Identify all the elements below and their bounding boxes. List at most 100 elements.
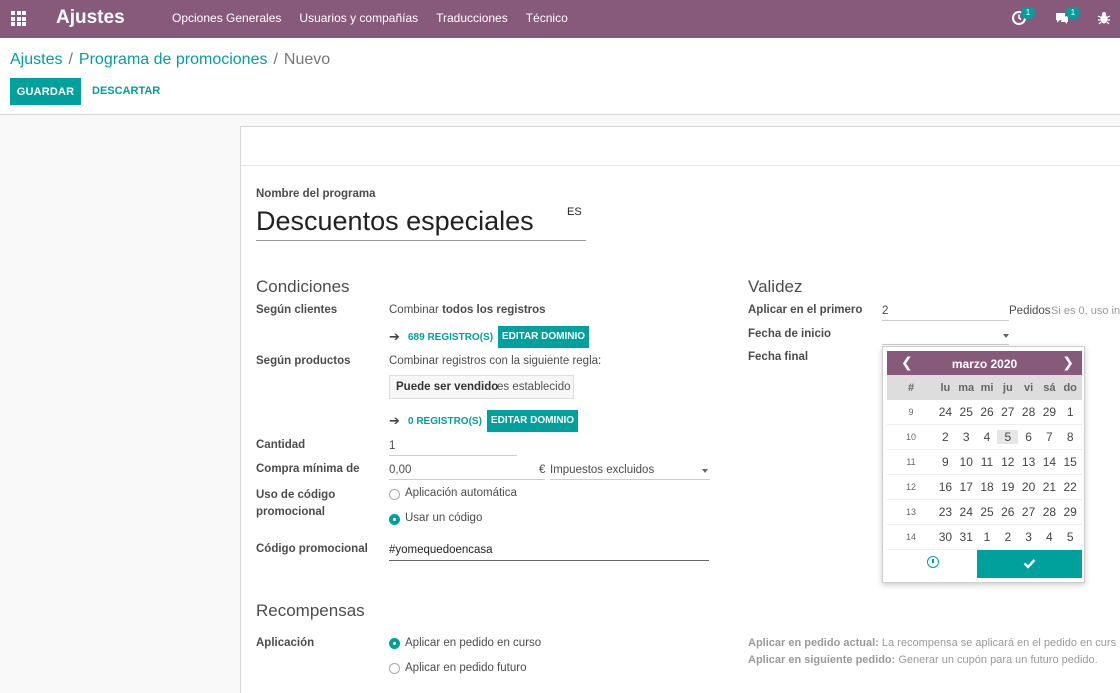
calendar-day[interactable]: 2 bbox=[935, 430, 956, 444]
apply-current-order-label[interactable]: Aplicar en pedido en curso bbox=[405, 637, 541, 649]
start-date-input[interactable] bbox=[882, 325, 1009, 345]
products-edit-domain-button[interactable]: EDITAR DOMINIO bbox=[487, 410, 578, 432]
discard-button[interactable]: DESCARTAR bbox=[92, 78, 160, 105]
calendar-day[interactable]: 7 bbox=[1039, 430, 1060, 444]
calendar-day[interactable]: 21 bbox=[1039, 480, 1060, 494]
menu-item-technical[interactable]: Técnico bbox=[526, 11, 568, 25]
calendar-day[interactable]: 29 bbox=[1039, 405, 1060, 419]
chevron-right-icon[interactable]: ❯ bbox=[1062, 354, 1074, 371]
calendar-day[interactable]: 25 bbox=[977, 505, 998, 519]
calendar-day[interactable]: 2 bbox=[997, 530, 1018, 544]
calendar-day[interactable]: 10 bbox=[956, 455, 977, 469]
calendar-day[interactable]: 5 bbox=[997, 430, 1019, 444]
min-purchase-input[interactable]: 0,00 bbox=[389, 460, 545, 480]
calendar-day[interactable]: 9 bbox=[935, 455, 956, 469]
chevron-down-icon bbox=[702, 469, 708, 473]
calendar-day[interactable]: 13 bbox=[1018, 455, 1039, 469]
checkmark-icon bbox=[1023, 559, 1036, 569]
calendar-day[interactable]: 8 bbox=[1060, 430, 1081, 444]
quantity-label: Cantidad bbox=[256, 439, 306, 451]
product-rule[interactable]: Puede ser vendido es establecido bbox=[389, 375, 574, 399]
promo-code-option-label[interactable]: Usar un código bbox=[405, 512, 482, 524]
weekday-header: lu bbox=[940, 381, 951, 394]
apply-current-order-radio[interactable] bbox=[389, 638, 400, 649]
customers-edit-domain-button[interactable]: EDITAR DOMINIO bbox=[498, 326, 589, 348]
save-button[interactable]: GUARDAR bbox=[10, 78, 81, 105]
products-label: Según productos bbox=[256, 355, 351, 367]
help-current-order-text: La recompensa se aplicará en el pedido e… bbox=[881, 637, 1117, 649]
calendar-day[interactable]: 25 bbox=[956, 405, 977, 419]
calendar-day[interactable]: 27 bbox=[997, 405, 1018, 419]
language-button[interactable]: ES bbox=[567, 206, 582, 218]
apply-first-input[interactable]: 2 bbox=[882, 301, 1009, 321]
calendar-day[interactable]: 29 bbox=[1060, 505, 1081, 519]
promo-auto-label[interactable]: Aplicación automática bbox=[405, 487, 517, 499]
currency-symbol: € bbox=[539, 464, 546, 476]
calendar-day[interactable]: 26 bbox=[997, 505, 1018, 519]
calendar-day[interactable]: 3 bbox=[956, 430, 977, 444]
top-navbar: Ajustes Opciones Generales Usuarios y co… bbox=[0, 0, 1120, 38]
calendar-day[interactable]: 31 bbox=[956, 530, 977, 544]
taxes-select[interactable]: Impuestos excluidos bbox=[550, 460, 710, 480]
calendar-day[interactable]: 12 bbox=[997, 455, 1018, 469]
calendar-day[interactable]: 26 bbox=[977, 405, 998, 419]
help-next-order: Aplicar en siguiente pedido: Generar un … bbox=[748, 654, 1120, 666]
calendar-day[interactable]: 16 bbox=[935, 480, 956, 494]
time-picker-clock-icon[interactable] bbox=[927, 556, 939, 568]
datepicker-confirm-button[interactable] bbox=[977, 550, 1082, 578]
customers-records-link[interactable]: 689 REGISTRO(S) bbox=[408, 332, 493, 343]
apps-menu-icon[interactable] bbox=[11, 11, 26, 26]
menu-item-translations[interactable]: Traducciones bbox=[436, 11, 508, 25]
products-records-link[interactable]: 0 REGISTRO(S) bbox=[408, 416, 482, 427]
calendar-day[interactable]: 6 bbox=[1018, 430, 1039, 444]
breadcrumb-promotion-program[interactable]: Programa de promociones bbox=[79, 51, 268, 68]
apply-future-order-radio[interactable] bbox=[389, 663, 400, 674]
calendar-day[interactable]: 30 bbox=[935, 530, 956, 544]
weekday-header: sá bbox=[1043, 381, 1056, 394]
calendar-day[interactable]: 24 bbox=[935, 405, 956, 419]
datepicker-week-row: 12 16 17 18 19 20 21 22 bbox=[887, 475, 1082, 500]
calendar-day[interactable]: 15 bbox=[1060, 455, 1081, 469]
calendar-day[interactable]: 19 bbox=[997, 480, 1018, 494]
week-number: 14 bbox=[905, 532, 916, 542]
calendar-day[interactable]: 24 bbox=[956, 505, 977, 519]
calendar-day[interactable]: 28 bbox=[1039, 505, 1060, 519]
calendar-day[interactable]: 11 bbox=[977, 455, 998, 469]
debug-bug-icon[interactable] bbox=[1097, 11, 1111, 25]
calendar-day[interactable]: 5 bbox=[1060, 530, 1081, 544]
datepicker-month[interactable]: marzo 2020 bbox=[887, 357, 1082, 371]
datepicker-weeks: 9 24 25 26 27 28 29 1 10 2 3 4 5 6 7 8 11 9 10 11 12 13 14 15 12… bbox=[887, 400, 1082, 550]
min-purchase-value: 0,00 bbox=[389, 464, 412, 476]
program-name-input[interactable]: Descuentos especiales bbox=[256, 204, 586, 241]
promo-code-radio[interactable] bbox=[389, 514, 400, 525]
chevron-down-icon bbox=[1003, 334, 1009, 338]
week-number: 10 bbox=[905, 432, 916, 442]
weekday-header: do bbox=[1063, 381, 1077, 394]
promo-code-input[interactable]: #yomequedoencasa bbox=[389, 540, 709, 561]
calendar-day[interactable]: 27 bbox=[1018, 505, 1039, 519]
calendar-day[interactable]: 20 bbox=[1018, 480, 1039, 494]
application-label: Aplicación bbox=[256, 637, 315, 649]
calendar-day[interactable]: 23 bbox=[935, 505, 956, 519]
calendar-day[interactable]: 14 bbox=[1039, 455, 1060, 469]
calendar-day[interactable]: 4 bbox=[977, 430, 998, 444]
apply-first-help: Si es 0, uso in bbox=[1051, 305, 1120, 317]
menu-item-users-companies[interactable]: Usuarios y compañías bbox=[299, 11, 418, 25]
apply-future-order-label[interactable]: Aplicar en pedido futuro bbox=[405, 662, 526, 674]
quantity-input[interactable]: 1 bbox=[389, 436, 517, 456]
datepicker-week-row: 10 2 3 4 5 6 7 8 bbox=[887, 425, 1082, 450]
datepicker-grid: # lu ma mi ju vi sá do 9 24 25 26 27 28 29 1 10 2… bbox=[887, 375, 1082, 550]
program-name-label: Nombre del programa bbox=[256, 188, 376, 200]
calendar-day[interactable]: 1 bbox=[977, 530, 998, 544]
menu-item-general-settings[interactable]: Opciones Generales bbox=[172, 11, 281, 25]
calendar-day[interactable]: 22 bbox=[1060, 480, 1081, 494]
calendar-day[interactable]: 4 bbox=[1039, 530, 1060, 544]
calendar-day[interactable]: 1 bbox=[1060, 405, 1081, 419]
apply-first-label: Aplicar en el primero bbox=[748, 304, 863, 316]
calendar-day[interactable]: 17 bbox=[956, 480, 977, 494]
breadcrumb-settings[interactable]: Ajustes bbox=[10, 51, 62, 68]
calendar-day[interactable]: 28 bbox=[1018, 405, 1039, 419]
calendar-day[interactable]: 3 bbox=[1018, 530, 1039, 544]
calendar-day[interactable]: 18 bbox=[977, 480, 998, 494]
promo-auto-radio[interactable] bbox=[389, 489, 400, 500]
